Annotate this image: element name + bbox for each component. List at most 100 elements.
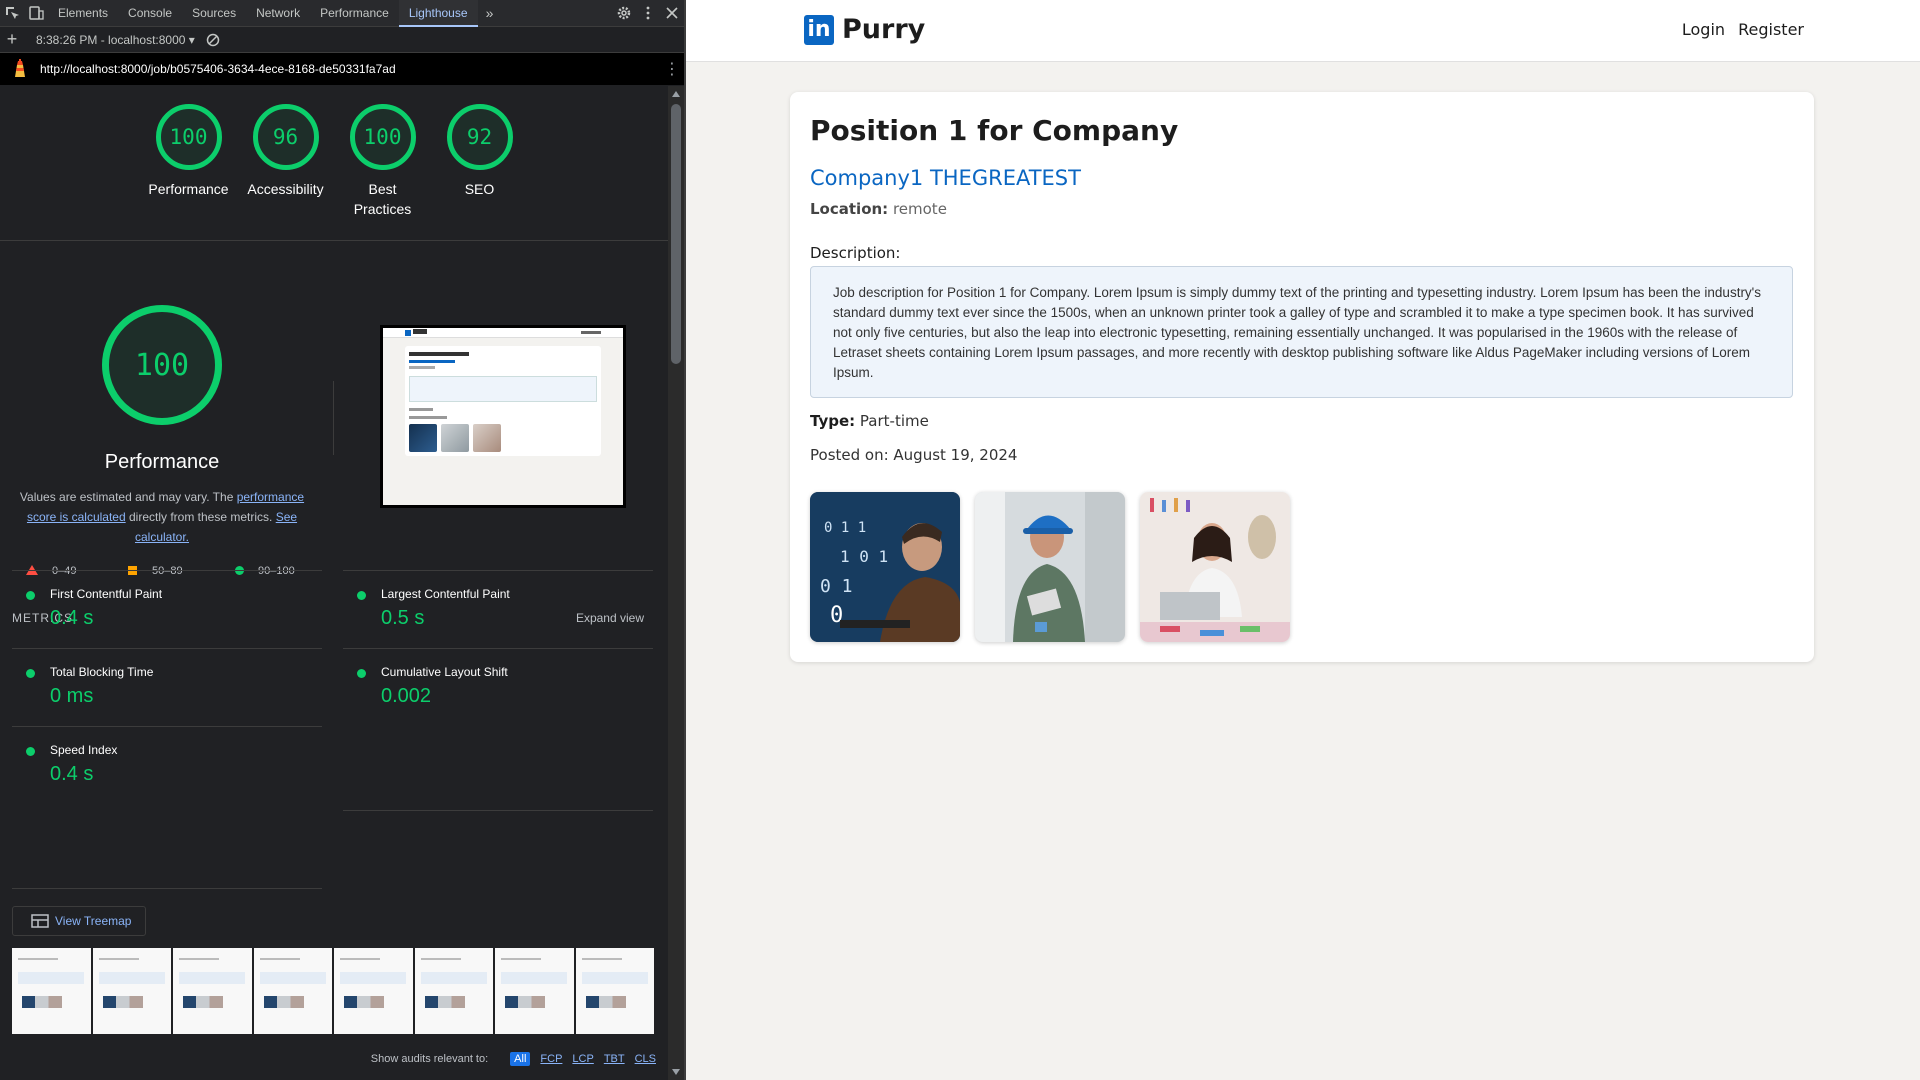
filmstrip (12, 948, 654, 1034)
lighthouse-toolbar: + 8:38:26 PM - localhost:8000 ▾ (0, 27, 684, 53)
desc-text: directly from these metrics. (125, 510, 276, 524)
job-image-developer[interactable]: 0 1 1 1 0 1 0 1 0 (810, 492, 960, 642)
job-type: Type: Part-time (810, 412, 929, 430)
job-image-engineer[interactable] (975, 492, 1125, 642)
metric-name: Speed Index (50, 743, 118, 757)
type-label: Type: (810, 412, 856, 430)
audit-filter-row: Show audits relevant to: All FCP LCP TBT… (371, 1052, 656, 1066)
tab-console[interactable]: Console (118, 0, 182, 27)
site-navbar: in Purry Login Register (686, 0, 1920, 62)
job-images: 0 1 1 1 0 1 0 1 0 (810, 492, 1305, 642)
tab-elements[interactable]: Elements (48, 0, 118, 27)
metric-speed-index: Speed Index 0.4 s (12, 726, 322, 804)
metric-value: 0.4 s (50, 607, 94, 629)
filmstrip-frame (12, 948, 93, 1034)
job-image-designer[interactable] (1140, 492, 1290, 642)
gauge-score: 100 (349, 104, 416, 170)
pass-circle-icon (357, 669, 366, 678)
performance-title: Performance (104, 451, 220, 473)
gauge-seo[interactable]: 92 SEO (431, 104, 528, 240)
pass-circle-icon (26, 669, 35, 678)
settings-gear-icon[interactable] (612, 0, 636, 27)
gauge-score: 96 (252, 104, 319, 170)
gauge-label: Best Practices (353, 181, 412, 217)
report-url: http://localhost:8000/job/b0575406-3634-… (40, 62, 396, 76)
filmstrip-frame (495, 948, 576, 1034)
more-tabs-icon[interactable]: » (478, 0, 502, 27)
posted-date: Posted on: August 19, 2024 (810, 446, 1018, 464)
performance-description: Values are estimated and may vary. The p… (14, 487, 310, 547)
scroll-up-arrow-icon[interactable] (672, 91, 680, 97)
filter-cls[interactable]: CLS (635, 1053, 656, 1065)
filter-all[interactable]: All (510, 1052, 531, 1066)
inspect-element-icon[interactable] (0, 0, 24, 27)
report-scrollbar[interactable] (668, 86, 684, 1080)
gauge-performance[interactable]: 100 Performance (140, 104, 237, 240)
gauge-best-practices[interactable]: 100 Best Practices (334, 104, 431, 240)
metric-value: 0 ms (50, 685, 94, 707)
filter-fcp[interactable]: FCP (540, 1053, 562, 1065)
pass-circle-icon (26, 591, 35, 600)
device-toolbar-icon[interactable] (24, 0, 48, 27)
gauge-accessibility[interactable]: 96 Accessibility (237, 104, 334, 240)
metric-cls: Cumulative Layout Shift 0.002 (343, 648, 653, 726)
pass-circle-icon (26, 747, 35, 756)
filmstrip-frame (414, 948, 495, 1034)
gauge-score: 100 (155, 104, 222, 170)
metric-name: First Contentful Paint (50, 587, 163, 601)
location-label: Location: (810, 200, 889, 218)
pass-circle-icon (357, 591, 366, 600)
brand[interactable]: in Purry (804, 14, 925, 45)
scroll-down-arrow-icon[interactable] (672, 1069, 680, 1075)
job-card: Position 1 for Company Company1 THEGREAT… (790, 92, 1814, 662)
metric-tbt: Total Blocking Time 0 ms (12, 648, 322, 726)
new-report-plus-icon[interactable]: + (0, 26, 24, 53)
filter-lcp[interactable]: LCP (572, 1053, 593, 1065)
job-location: Location: remote (810, 200, 947, 218)
svg-text:1 0 1: 1 0 1 (840, 547, 888, 566)
lighthouse-logo-icon (0, 59, 40, 79)
job-description: Job description for Position 1 for Compa… (810, 266, 1793, 398)
report-url-bar: http://localhost:8000/job/b0575406-3634-… (0, 53, 684, 85)
score-gauges: 100 Performance 96 Accessibility 100 Bes… (0, 86, 668, 241)
devtools-tabbar: Elements Console Sources Network Perform… (0, 0, 684, 27)
company-link[interactable]: Company1 THEGREATEST (810, 166, 1081, 190)
metric-value: 0.4 s (50, 763, 94, 785)
report-selector[interactable]: 8:38:26 PM - localhost:8000 ▾ (24, 33, 201, 47)
devtools-panel: Elements Console Sources Network Perform… (0, 0, 684, 1080)
final-screenshot-thumbnail[interactable] (380, 325, 626, 508)
kebab-menu-icon[interactable] (636, 0, 660, 27)
metric-value: 0.002 (381, 685, 432, 707)
type-value: Part-time (859, 412, 929, 430)
metric-name: Cumulative Layout Shift (381, 665, 508, 679)
filter-tbt[interactable]: TBT (604, 1053, 625, 1065)
gauge-label: Performance (148, 181, 229, 197)
description-label: Description: (810, 244, 901, 262)
report-menu-icon[interactable]: ⋮ (660, 59, 684, 79)
tab-sources[interactable]: Sources (182, 0, 246, 27)
job-title: Position 1 for Company (810, 114, 1179, 147)
treemap-label: View Treemap (55, 914, 132, 928)
tab-network[interactable]: Network (246, 0, 310, 27)
metric-value: 0.5 s (381, 607, 425, 629)
filmstrip-frame (92, 948, 173, 1034)
performance-section: 100 Performance Values are estimated and… (0, 241, 668, 611)
metric-name: Total Blocking Time (50, 665, 154, 679)
tab-performance[interactable]: Performance (310, 0, 399, 27)
gauge-score: 92 (446, 104, 513, 170)
register-link[interactable]: Register (1738, 20, 1804, 39)
metric-lcp: Largest Contentful Paint 0.5 s (343, 570, 653, 648)
divider (333, 381, 334, 455)
login-link[interactable]: Login (1682, 20, 1725, 39)
desc-text: Values are estimated and may vary. The (19, 490, 237, 504)
close-devtools-icon[interactable] (660, 0, 684, 27)
treemap-icon (31, 914, 49, 928)
filmstrip-frame (173, 948, 254, 1034)
audit-filter-label: Show audits relevant to: (370, 1053, 489, 1065)
tab-lighthouse[interactable]: Lighthouse (398, 0, 478, 27)
view-treemap-button[interactable]: View Treemap (12, 906, 146, 936)
website-viewport: in Purry Login Register Position 1 for C… (686, 0, 1920, 1080)
gauge-label: SEO (464, 181, 495, 197)
scrollbar-thumb[interactable] (671, 104, 681, 364)
clear-reports-icon[interactable] (201, 26, 225, 53)
